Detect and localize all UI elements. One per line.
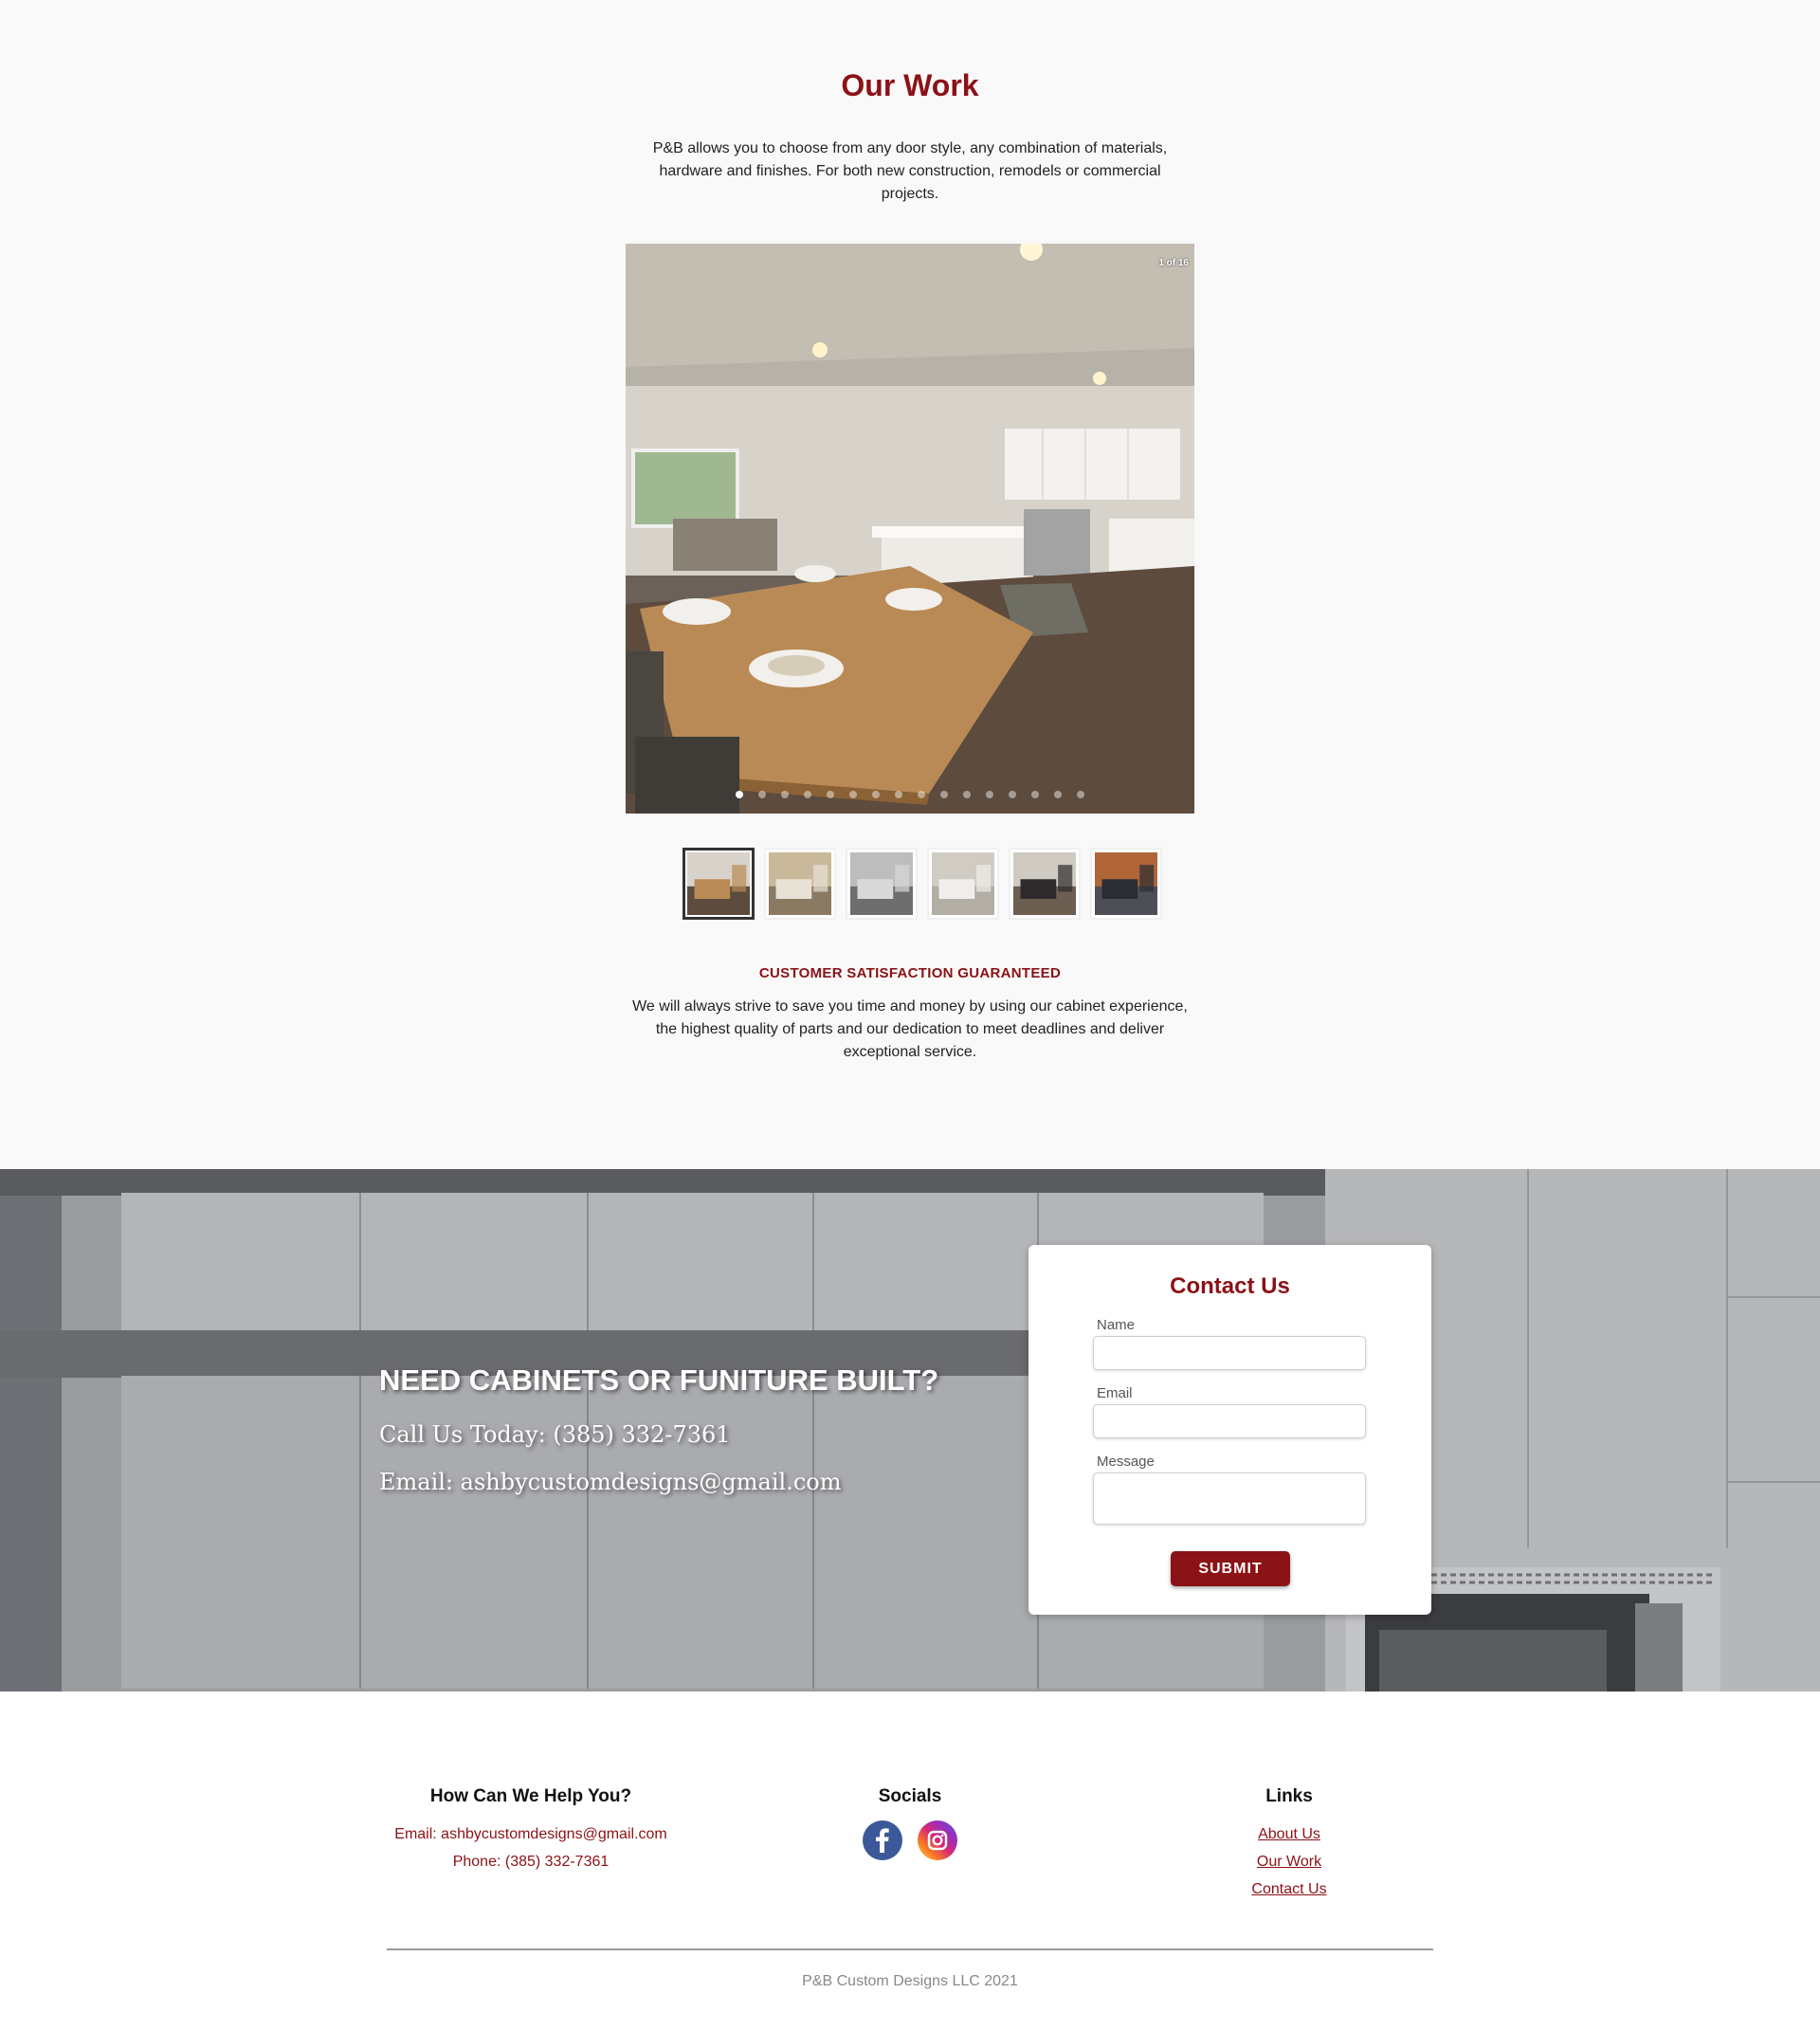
message-label: Message <box>1097 1454 1155 1470</box>
instagram-icon[interactable] <box>918 1820 957 1860</box>
name-field[interactable] <box>1093 1336 1366 1370</box>
copyright: P&B Custom Designs LLC 2021 <box>802 1973 1018 1989</box>
slider-dot[interactable] <box>804 791 811 798</box>
thumbnail-strip[interactable] <box>682 848 1162 920</box>
submit-button[interactable]: SUBMIT <box>1171 1551 1290 1586</box>
thumbnail-dark-kitchen[interactable] <box>1009 848 1081 920</box>
thumbnail-dark-cabinets[interactable] <box>1090 848 1162 920</box>
cabinet-background-image <box>0 1169 1820 1692</box>
our-work-intro: P&B allows you to choose from any door s… <box>652 140 1168 202</box>
footer-help-column: How Can We Help You? Email: ashbycustomd… <box>379 1786 682 1875</box>
footer-socials-heading: Socials <box>878 1786 942 1806</box>
slider-dot[interactable] <box>1031 791 1039 798</box>
thumbnail-kitchen-dining[interactable] <box>682 848 755 920</box>
slider-dot[interactable] <box>872 791 880 798</box>
thumbnail-bathroom-vanity[interactable] <box>846 848 918 920</box>
band-headline: NEED CABINETS OR FUNITURE BUILT? <box>379 1363 939 1397</box>
slider-dot[interactable] <box>1054 791 1062 798</box>
footer-divider <box>387 1948 1433 1950</box>
our-work-title: Our Work <box>841 68 979 102</box>
slider-dot[interactable] <box>849 791 857 798</box>
slider-dot[interactable] <box>918 791 925 798</box>
slider-dot[interactable] <box>940 791 948 798</box>
social-icons <box>815 1820 1005 1860</box>
image-slider[interactable]: 1 of 16 <box>626 244 1194 814</box>
contact-band: NEED CABINETS OR FUNITURE BUILT? Call Us… <box>0 1169 1820 1692</box>
footer-links-heading: Links <box>1265 1786 1313 1806</box>
slider-dots[interactable] <box>626 791 1194 798</box>
footer-help-heading: How Can We Help You? <box>429 1786 632 1806</box>
slider-dot[interactable] <box>827 791 834 798</box>
guarantee-text: We will always strive to save you time a… <box>632 998 1188 1060</box>
footer-link-about-us[interactable]: About Us <box>1156 1820 1422 1848</box>
footer-email[interactable]: Email: ashbycustomdesigns@gmail.com <box>379 1820 682 1848</box>
slide-image <box>626 244 1194 814</box>
contact-form-title: Contact Us <box>1170 1273 1290 1299</box>
footer-link-contact-us[interactable]: Contact Us <box>1156 1875 1422 1903</box>
email-label: Email <box>1097 1385 1133 1401</box>
slide-counter: 1 of 16 <box>1158 258 1189 268</box>
footer: How Can We Help You? Email: ashbycustomd… <box>0 1692 1820 2030</box>
email-field[interactable] <box>1093 1404 1366 1438</box>
slider-dot[interactable] <box>1009 791 1016 798</box>
thumbnail-living-room[interactable] <box>764 848 836 920</box>
slider-dot[interactable] <box>758 791 766 798</box>
thumbnail-bathroom-white[interactable] <box>927 848 999 920</box>
our-work-section: Our Work P&B allows you to choose from a… <box>0 0 1820 1169</box>
facebook-icon[interactable] <box>863 1820 902 1860</box>
contact-form: Contact Us Name Email Message SUBMIT <box>1028 1245 1431 1615</box>
slider-dot[interactable] <box>895 791 902 798</box>
band-email: Email: ashbycustomdesigns@gmail.com <box>379 1469 842 1495</box>
band-phone: Call Us Today: (385) 332-7361 <box>379 1421 731 1448</box>
footer-link-our-work[interactable]: Our Work <box>1156 1848 1422 1875</box>
slider-dot[interactable] <box>986 791 993 798</box>
slider-dot[interactable] <box>736 791 743 798</box>
footer-phone[interactable]: Phone: (385) 332-7361 <box>379 1848 682 1875</box>
name-label: Name <box>1097 1317 1136 1333</box>
message-field[interactable] <box>1093 1472 1366 1525</box>
slider-dot[interactable] <box>781 791 789 798</box>
slider-dot[interactable] <box>963 791 971 798</box>
footer-socials-column: Socials <box>815 1786 1005 1860</box>
slider-dot[interactable] <box>1077 791 1084 798</box>
guarantee-title: CUSTOMER SATISFACTION GUARANTEED <box>758 965 1062 981</box>
footer-links-column: Links About Us Our Work Contact Us <box>1156 1786 1422 1903</box>
